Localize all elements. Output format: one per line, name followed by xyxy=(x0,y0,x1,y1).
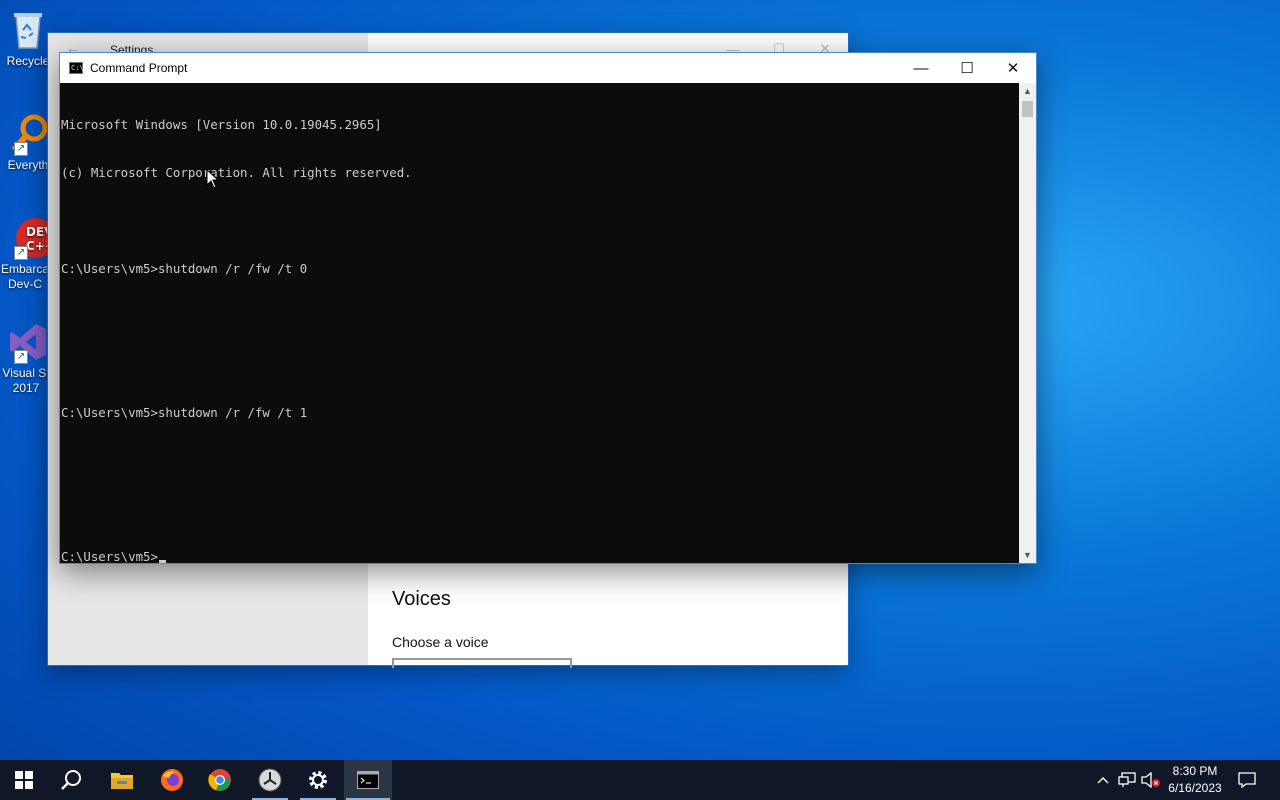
settings-button[interactable] xyxy=(294,760,342,800)
cmd-close-button[interactable]: ✕ xyxy=(990,53,1036,83)
file-explorer-button[interactable] xyxy=(98,760,146,800)
app-clock-icon xyxy=(258,768,282,792)
console-line: C:\Users\vm5>shutdown /r /fw /t 0 xyxy=(61,261,308,276)
desktop-icon-label: Visual St 2017 xyxy=(2,366,50,395)
firefox-button[interactable] xyxy=(148,760,196,800)
console-line: Microsoft Windows [Version 10.0.19045.29… xyxy=(61,117,382,132)
choose-voice-label: Choose a voice xyxy=(392,634,489,650)
scroll-down-arrow-icon[interactable]: ▼ xyxy=(1019,547,1036,563)
shortcut-arrow-icon: ↗ xyxy=(14,350,28,364)
recycle-bin-icon xyxy=(6,8,50,52)
clock-time: 8:30 PM xyxy=(1172,764,1218,778)
command-prompt-icon xyxy=(357,771,379,789)
svg-text:C++: C++ xyxy=(26,239,50,253)
chevron-up-icon xyxy=(1097,777,1109,784)
command-prompt-window[interactable]: C:\ Command Prompt — ☐ ✕ Microsoft Windo… xyxy=(59,52,1037,564)
text-cursor xyxy=(158,560,166,563)
visual-studio-icon: ↗ xyxy=(6,320,50,364)
everything-search-icon: ↗ xyxy=(6,112,50,156)
cmd-maximize-button[interactable]: ☐ xyxy=(944,53,990,83)
notification-icon xyxy=(1238,772,1256,788)
chrome-icon xyxy=(208,769,231,791)
svg-text:DEV: DEV xyxy=(26,225,50,239)
volume-muted-icon xyxy=(1141,772,1160,788)
chrome-button[interactable] xyxy=(196,760,244,800)
console-line: (c) Microsoft Corporation. All rights re… xyxy=(61,165,412,180)
start-icon xyxy=(15,771,33,789)
search-button[interactable] xyxy=(48,760,96,800)
console-prompt-line[interactable]: C:\Users\vm5> xyxy=(61,549,1019,563)
scrollbar-thumb[interactable] xyxy=(1022,101,1033,117)
desktop-icon-label: Embarca Dev-C xyxy=(0,262,50,291)
show-hidden-icons-button[interactable] xyxy=(1094,760,1112,800)
console-line: C:\Users\vm5>shutdown /r /fw /t 1 xyxy=(61,405,308,420)
command-prompt-button[interactable] xyxy=(344,760,392,800)
cmd-minimize-button[interactable]: — xyxy=(898,53,944,83)
taskbar-clock[interactable]: 8:30 PM 6/16/2023 xyxy=(1160,763,1230,797)
taskbar-app-button[interactable] xyxy=(246,760,294,800)
volume-button[interactable] xyxy=(1140,760,1162,800)
shortcut-arrow-icon: ↗ xyxy=(14,142,28,156)
command-prompt-icon: C:\ xyxy=(69,62,84,74)
network-button[interactable] xyxy=(1116,760,1138,800)
shortcut-arrow-icon: ↗ xyxy=(14,246,28,260)
firefox-icon xyxy=(161,769,183,791)
scroll-up-arrow-icon[interactable]: ▲ xyxy=(1019,83,1036,99)
start-button[interactable] xyxy=(0,760,48,800)
settings-icon xyxy=(309,771,327,789)
voices-heading: Voices xyxy=(392,588,451,610)
search-icon xyxy=(61,770,81,790)
dev-cpp-icon: DEV C++ ↗ xyxy=(6,216,56,260)
clock-date: 6/16/2023 xyxy=(1168,781,1222,795)
cmd-scrollbar[interactable]: ▲ ▼ xyxy=(1019,83,1036,563)
console-prompt: C:\Users\vm5> xyxy=(61,549,158,563)
taskbar: 8:30 PM 6/16/2023 xyxy=(0,760,1280,800)
file-explorer-icon xyxy=(111,773,133,789)
cmd-title: Command Prompt xyxy=(90,61,188,75)
cmd-titlebar[interactable]: C:\ Command Prompt — ☐ ✕ xyxy=(60,53,1036,83)
console-output[interactable]: Microsoft Windows [Version 10.0.19045.29… xyxy=(60,83,1020,563)
voice-select-dropdown[interactable] xyxy=(392,658,572,668)
action-center-button[interactable] xyxy=(1234,760,1260,800)
network-icon xyxy=(1118,772,1136,787)
